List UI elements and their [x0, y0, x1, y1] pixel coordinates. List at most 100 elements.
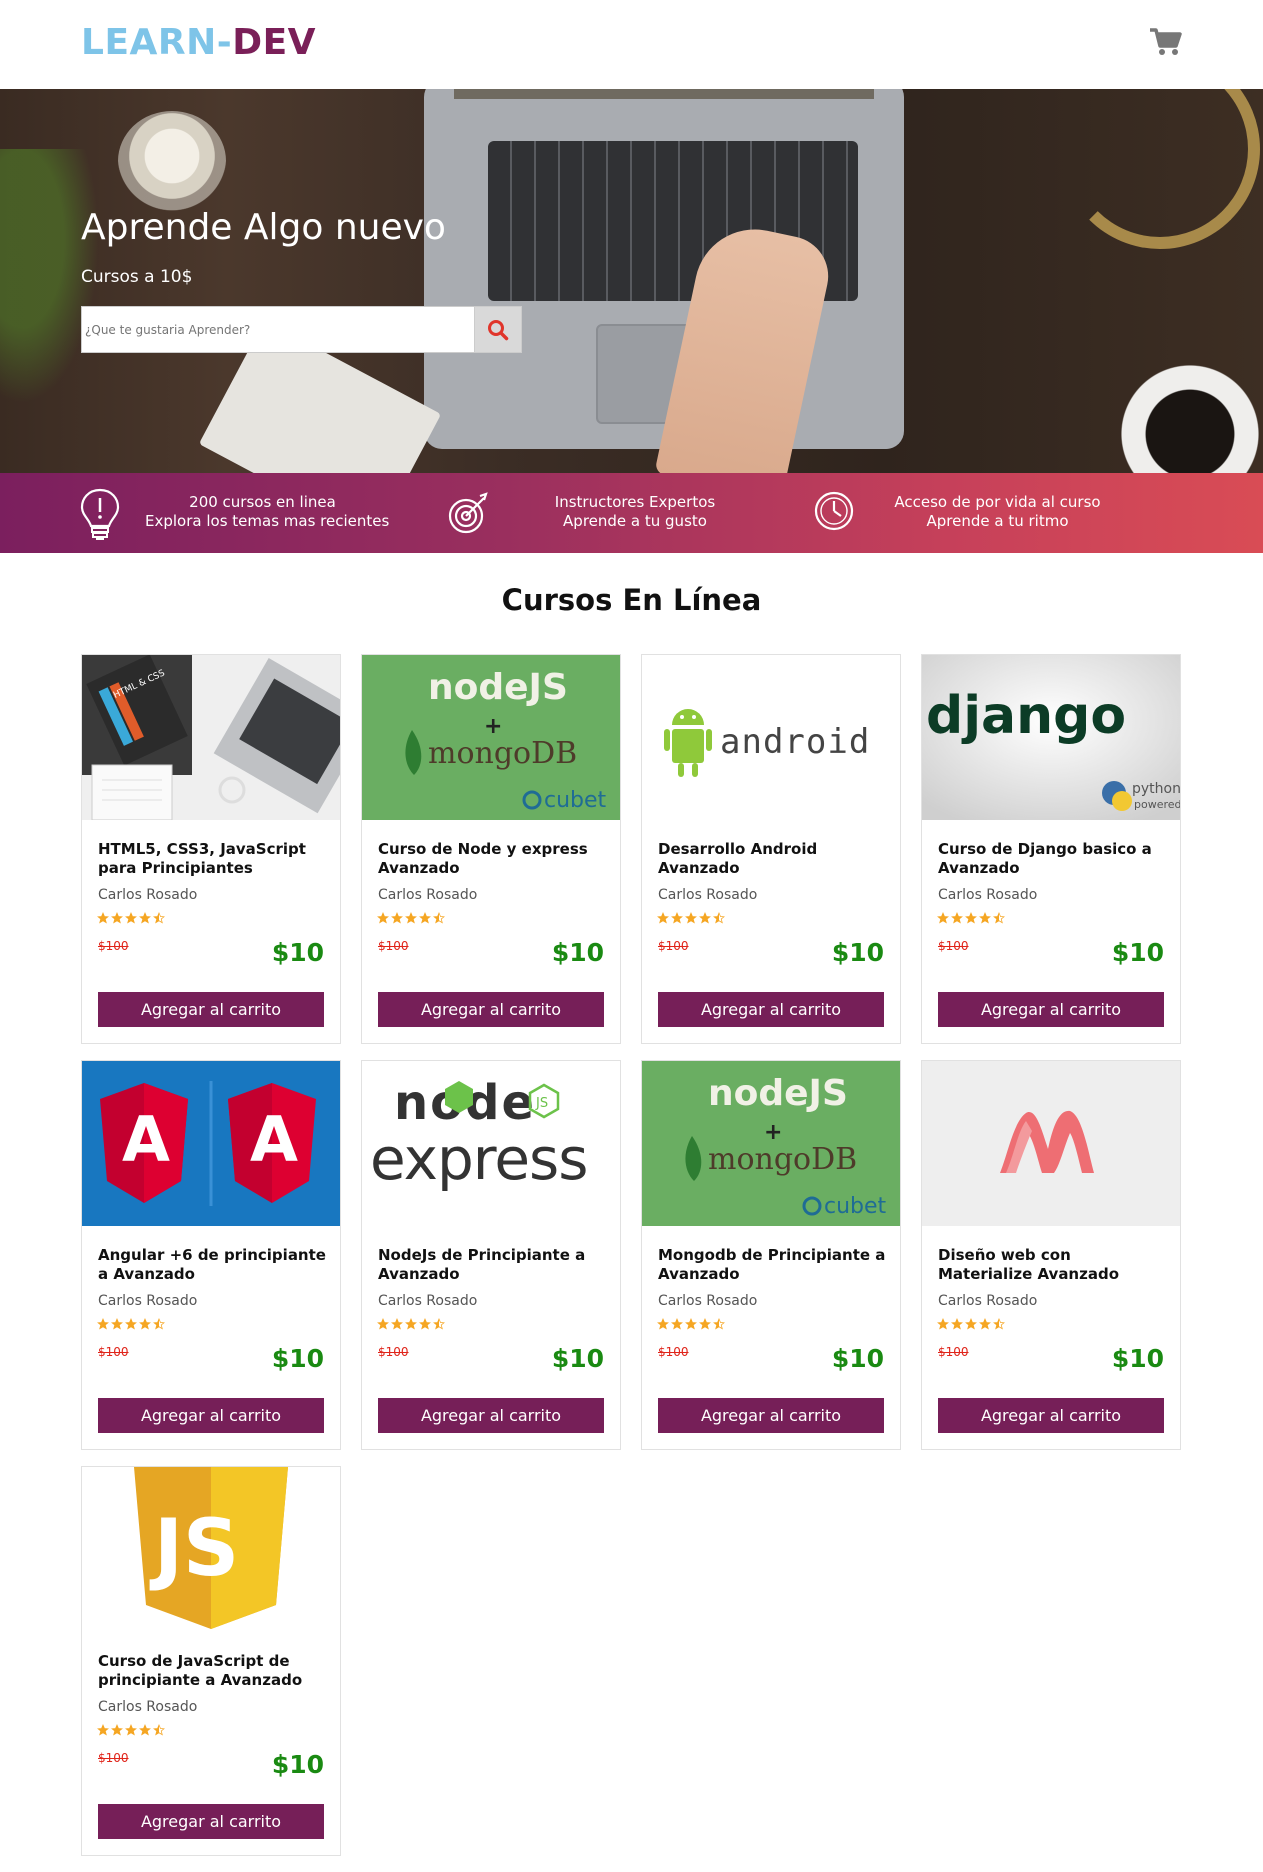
course-image-javascript[interactable]: JS — [82, 1467, 340, 1632]
search-input[interactable] — [82, 307, 475, 352]
course-image-angular[interactable]: A A — [82, 1061, 340, 1226]
rating-stars — [657, 1318, 725, 1332]
old-price: $100 — [658, 1345, 689, 1359]
course-title[interactable]: Diseño web con Materialize Avanzado — [938, 1246, 1166, 1284]
half-star-icon — [993, 912, 1005, 924]
add-to-cart-button[interactable]: Agregar al carrito — [378, 1398, 604, 1433]
star-icon — [685, 912, 697, 924]
logo-part-1: LEARN- — [81, 22, 233, 63]
course-image-django[interactable]: django python powered — [922, 655, 1180, 820]
half-star-icon — [993, 1318, 1005, 1330]
site-logo[interactable]: LEARN-DEV — [81, 22, 316, 63]
star-icon — [951, 912, 963, 924]
hero-subtitle: Cursos a 10$ — [81, 267, 193, 287]
course-image-android[interactable]: android — [642, 655, 900, 820]
add-to-cart-button[interactable]: Agregar al carrito — [98, 992, 324, 1027]
course-card-angular: A A Angular +6 de principiante a Avanzad… — [81, 1060, 341, 1450]
feature-courses: 200 cursos en linea Explora los temas ma… — [0, 473, 420, 553]
star-icon — [391, 1318, 403, 1330]
course-image-materialize[interactable] — [922, 1061, 1180, 1226]
half-star-icon — [153, 1318, 165, 1330]
search-button[interactable] — [474, 307, 521, 352]
course-title[interactable]: Desarrollo Android Avanzado — [658, 840, 886, 878]
half-star-icon — [153, 1724, 165, 1736]
star-icon — [951, 1318, 963, 1330]
half-star-icon — [153, 912, 165, 924]
cubet-logo-text: cubet — [824, 1194, 887, 1219]
course-card-django: django python powered Curso de Django ba… — [921, 654, 1181, 1044]
course-title[interactable]: Mongodb de Principiante a Avanzado — [658, 1246, 886, 1284]
logo-part-2: DEV — [232, 22, 317, 63]
add-to-cart-button[interactable]: Agregar al carrito — [658, 992, 884, 1027]
rating-stars — [377, 912, 445, 926]
course-image-nodejs-mongodb[interactable]: nodeJS + mongoDB cubet — [362, 655, 620, 820]
hero-mug-decoration — [1110, 359, 1263, 473]
course-image-html-css[interactable]: HTML & CSS — [82, 655, 340, 820]
star-icon — [657, 912, 669, 924]
feature-instructors-line2: Aprende a tu gusto — [563, 512, 707, 530]
angular-letter-2: A — [250, 1103, 298, 1176]
star-icon — [685, 1318, 697, 1330]
add-to-cart-button[interactable]: Agregar al carrito — [378, 992, 604, 1027]
add-to-cart-button[interactable]: Agregar al carrito — [98, 1804, 324, 1839]
course-title[interactable]: Curso de Django basico a Avanzado — [938, 840, 1166, 878]
course-title[interactable]: NodeJs de Principiante a Avanzado — [378, 1246, 606, 1284]
rating-stars — [97, 1724, 165, 1738]
js-badge-text: JS — [535, 1096, 548, 1111]
add-to-cart-button[interactable]: Agregar al carrito — [98, 1398, 324, 1433]
courses-grid: HTML & CSS HTML5, CSS3, JavaScript para … — [81, 654, 1181, 1856]
star-icon — [405, 1318, 417, 1330]
add-to-cart-button[interactable]: Agregar al carrito — [938, 1398, 1164, 1433]
powered-logo-text: powered — [1134, 798, 1180, 811]
course-card-mongodb: nodeJS + mongoDB cubet Mongodb de Princi… — [641, 1060, 901, 1450]
course-author: Carlos Rosado — [938, 1293, 1038, 1309]
django-logo-text: django — [926, 686, 1126, 746]
current-price: $10 — [271, 1750, 324, 1779]
star-icon — [139, 1318, 151, 1330]
cubet-logo-text: cubet — [544, 788, 607, 813]
course-title[interactable]: Angular +6 de principiante a Avanzado — [98, 1246, 326, 1284]
shopping-cart-icon[interactable] — [1148, 26, 1182, 58]
half-star-icon — [713, 1318, 725, 1330]
rating-stars — [377, 1318, 445, 1332]
course-title[interactable]: Curso de JavaScript de principiante a Av… — [98, 1652, 326, 1690]
star-icon — [671, 912, 683, 924]
star-icon — [377, 912, 389, 924]
star-icon — [97, 912, 109, 924]
feature-instructors-line1: Instructores Expertos — [554, 493, 716, 511]
star-icon — [419, 1318, 431, 1330]
star-icon — [405, 912, 417, 924]
star-icon — [125, 1318, 137, 1330]
angular-letter-1: A — [122, 1103, 170, 1176]
course-image-node-express[interactable]: node JS express — [362, 1061, 620, 1226]
current-price: $10 — [1111, 1344, 1164, 1373]
course-author: Carlos Rosado — [378, 1293, 478, 1309]
half-star-icon — [433, 912, 445, 924]
star-icon — [111, 1318, 123, 1330]
hero-candle-decoration — [118, 111, 226, 211]
rating-stars — [937, 912, 1005, 926]
features-bar: 200 cursos en linea Explora los temas ma… — [0, 473, 1263, 553]
course-author: Carlos Rosado — [938, 887, 1038, 903]
mongodb-logo-text: mongoDB — [428, 736, 577, 771]
star-icon — [111, 1724, 123, 1736]
star-icon — [671, 1318, 683, 1330]
star-icon — [125, 1724, 137, 1736]
add-to-cart-button[interactable]: Agregar al carrito — [938, 992, 1164, 1027]
star-icon — [139, 1724, 151, 1736]
course-title[interactable]: HTML5, CSS3, JavaScript para Principiant… — [98, 840, 326, 878]
star-icon — [699, 1318, 711, 1330]
star-icon — [937, 912, 949, 924]
course-card-nodejs: node JS express NodeJs de Principiante a… — [361, 1060, 621, 1450]
add-to-cart-button[interactable]: Agregar al carrito — [658, 1398, 884, 1433]
star-icon — [965, 1318, 977, 1330]
course-author: Carlos Rosado — [98, 1699, 198, 1715]
hero-title: Aprende Algo nuevo — [81, 207, 446, 248]
old-price: $100 — [98, 1345, 129, 1359]
old-price: $100 — [378, 939, 409, 953]
rating-stars — [97, 1318, 165, 1332]
target-icon — [444, 488, 494, 544]
course-title[interactable]: Curso de Node y express Avanzado — [378, 840, 606, 878]
course-image-nodejs-mongodb[interactable]: nodeJS + mongoDB cubet — [642, 1061, 900, 1226]
half-star-icon — [713, 912, 725, 924]
